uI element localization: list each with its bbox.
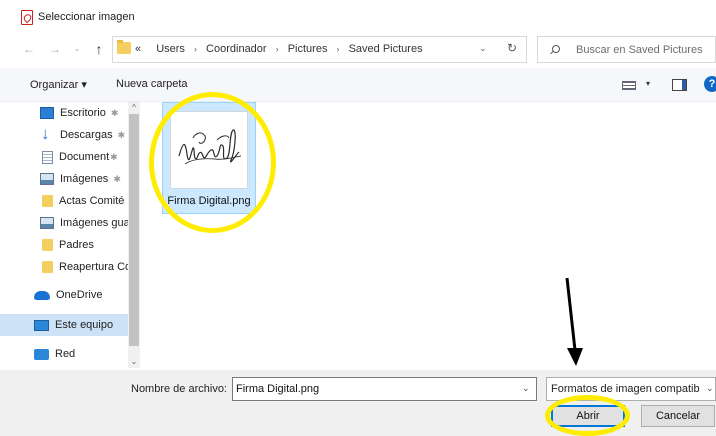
sidebar-item-documentos[interactable]: Document ✱ (0, 146, 128, 168)
address-dropdown-chevron-icon[interactable]: ⌄ (479, 43, 487, 54)
pin-icon[interactable]: ✱ (111, 108, 119, 119)
view-dropdown-chevron-icon[interactable]: ▾ (646, 79, 650, 88)
breadcrumb-separator-icon[interactable]: › (337, 44, 340, 54)
breadcrumb-overflow[interactable]: « (135, 43, 141, 55)
back-arrow-icon[interactable]: ← (22, 42, 36, 56)
title-bar: Seleccionar imagen (0, 0, 716, 34)
scroll-up-chevron-icon[interactable]: ^ (128, 102, 140, 114)
filename-input[interactable] (232, 377, 537, 401)
sidebar-item-label: Padres (59, 239, 94, 251)
filename-label: Nombre de archivo: (131, 383, 227, 395)
new-folder-button[interactable]: Nueva carpeta (116, 78, 188, 90)
search-icon (552, 45, 560, 53)
file-type-filter-value: Formatos de imagen compatib (551, 383, 700, 395)
breadcrumb-coordinador[interactable]: Coordinador (206, 43, 267, 55)
pictures-icon (40, 173, 54, 185)
refresh-icon[interactable]: ↻ (507, 41, 517, 55)
open-button[interactable]: Abrir (551, 405, 625, 427)
sidebar-item-label: Escritorio (60, 107, 106, 119)
pin-icon[interactable]: ✱ (118, 130, 126, 141)
sidebar-item-label: Imágenes gua (60, 217, 128, 229)
file-item-firma-digital[interactable]: Firma Digital.png (162, 102, 256, 214)
sidebar-scrollbar[interactable]: ^ ⌄ (128, 102, 140, 368)
pictures-icon (40, 217, 54, 229)
pin-icon[interactable]: ✱ (113, 174, 121, 185)
network-icon (34, 348, 49, 360)
search-input[interactable]: Buscar en Saved Pictures (576, 44, 703, 56)
sidebar-item-label: OneDrive (56, 289, 103, 301)
pin-icon[interactable]: ✱ (110, 152, 118, 163)
computer-icon (34, 319, 49, 331)
folder-icon (117, 40, 131, 54)
sidebar-item-label: Descargas (60, 129, 113, 141)
navigation-pane: Escritorio ✱ Descargas ✱ Document ✱ Imág… (0, 102, 140, 368)
sidebar-item-actas-comite[interactable]: Actas Comité (0, 190, 128, 212)
help-icon[interactable]: ? (704, 76, 716, 92)
signature-thumbnail (170, 111, 248, 189)
filter-dropdown-chevron-icon[interactable]: ⌄ (706, 383, 714, 394)
cloud-icon (34, 290, 50, 300)
forward-arrow-icon[interactable]: → (48, 42, 62, 56)
file-type-filter-select[interactable]: Formatos de imagen compatib (546, 377, 716, 401)
scrollbar-thumb[interactable] (129, 114, 139, 346)
window-title: Seleccionar imagen (38, 11, 135, 23)
breadcrumb-users[interactable]: Users (156, 43, 185, 55)
sidebar-item-label: Red (55, 348, 76, 360)
acrobat-icon (21, 10, 33, 25)
folder-icon (42, 195, 53, 207)
desktop-icon (40, 107, 54, 119)
up-arrow-icon[interactable]: ↑ (92, 42, 106, 56)
sidebar-item-padres[interactable]: Padres (0, 234, 128, 256)
sidebar-item-label: Este equipo (55, 319, 114, 331)
recent-locations-chevron-icon[interactable]: ⌄ (70, 42, 84, 56)
sidebar-item-onedrive[interactable]: OneDrive (0, 284, 128, 306)
sidebar-item-label: Actas Comité (59, 195, 125, 207)
scroll-down-chevron-icon[interactable]: ⌄ (128, 356, 140, 368)
sidebar-item-label: Imágenes (60, 173, 109, 185)
search-box[interactable]: Buscar en Saved Pictures (537, 36, 716, 63)
sidebar-item-label: Reapertura Co (59, 261, 128, 273)
sidebar-item-este-equipo[interactable]: Este equipo (0, 314, 128, 336)
download-icon (40, 124, 54, 144)
navigation-bar: ← → ⌄ ↑ « Users › Coordinador › Pictures… (0, 34, 716, 66)
sidebar-item-imagenes[interactable]: Imágenes ✱ (0, 168, 128, 190)
file-name-label: Firma Digital.png (167, 195, 251, 207)
signature-image (178, 129, 242, 165)
folder-icon (42, 261, 53, 273)
sidebar-item-imagenes-guardadas[interactable]: Imágenes gua (0, 212, 128, 234)
organize-menu-button[interactable]: Organizar ▾ (30, 78, 87, 91)
breadcrumb-saved-pictures[interactable]: Saved Pictures (349, 43, 423, 55)
preview-pane-icon[interactable] (672, 79, 687, 91)
sidebar-item-label: Document (59, 151, 110, 163)
address-bar[interactable]: « Users › Coordinador › Pictures › Saved… (112, 36, 527, 63)
breadcrumb: « Users › Coordinador › Pictures › Saved… (135, 43, 423, 55)
sidebar-item-escritorio[interactable]: Escritorio ✱ (0, 102, 128, 124)
breadcrumb-pictures[interactable]: Pictures (288, 43, 328, 55)
sidebar-item-descargas[interactable]: Descargas ✱ (0, 124, 128, 146)
command-toolbar: Organizar ▾ Nueva carpeta ▾ ? (0, 68, 716, 102)
cancel-button[interactable]: Cancelar (641, 405, 715, 427)
file-dialog-footer: Nombre de archivo: ⌄ Formatos de imagen … (0, 370, 716, 436)
breadcrumb-separator-icon[interactable]: › (194, 44, 197, 54)
sidebar-item-reapertura[interactable]: Reapertura Co (0, 256, 128, 278)
folder-icon (42, 239, 53, 251)
filename-dropdown-chevron-icon[interactable]: ⌄ (522, 383, 530, 394)
view-options-icon[interactable] (622, 81, 636, 90)
sidebar-item-red[interactable]: Red (0, 343, 128, 365)
document-icon (42, 150, 53, 164)
annotation-arrow-icon (565, 277, 583, 366)
breadcrumb-separator-icon[interactable]: › (276, 44, 279, 54)
